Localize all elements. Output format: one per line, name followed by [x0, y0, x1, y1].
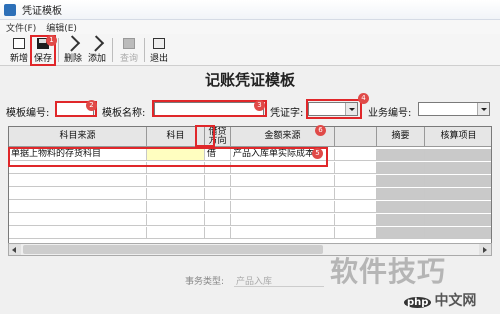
step-badge-6: 6 [315, 125, 326, 136]
add-button[interactable]: 添加 [86, 35, 108, 64]
window-titlebar: 凭证模板 [0, 0, 500, 20]
template-no-label: 模板编号: [6, 108, 50, 119]
template-name-field[interactable] [154, 102, 264, 116]
transaction-type-label: 事务类型: [185, 277, 225, 287]
php-logo-icon: php [404, 297, 432, 308]
toolbar-divider [112, 38, 113, 62]
col-accounting-item[interactable]: 核算项目 [425, 127, 491, 146]
cell-direction[interactable]: 借 [205, 149, 231, 160]
grid-header: 科目来源 科目 借贷方向 金额来源 摘要 核算项目 [9, 127, 491, 147]
step-badge-4: 4 [358, 93, 369, 104]
menu-edit[interactable]: 编辑(E) [46, 21, 77, 34]
chevron-down-icon[interactable] [477, 103, 489, 115]
page-title: 记账凭证模板 [204, 71, 295, 89]
table-row[interactable] [9, 162, 491, 174]
app-icon [4, 3, 16, 16]
step-badge-3: 3 [254, 100, 265, 111]
col-subject-source[interactable]: 科目来源 [9, 127, 147, 146]
table-row[interactable]: 单据上物料的存货科目 借 产品入库单实际成本 [9, 149, 491, 161]
business-no-select[interactable] [418, 102, 490, 116]
step-badge-2: 2 [86, 100, 97, 111]
exit-icon [153, 38, 165, 49]
new-doc-icon [13, 38, 25, 49]
col-summary[interactable]: 摘要 [377, 127, 425, 146]
scroll-thumb[interactable] [23, 245, 323, 254]
cell-summary[interactable] [377, 149, 425, 160]
col-direction[interactable]: 借贷方向 [205, 127, 231, 146]
chevron-down-icon[interactable] [345, 103, 357, 115]
table-row[interactable] [9, 201, 491, 213]
step-badge-1: 1 [46, 35, 57, 46]
table-row[interactable] [9, 188, 491, 200]
toolbar-divider [58, 38, 59, 62]
col-blank [335, 127, 377, 146]
scroll-left-icon[interactable] [9, 244, 21, 255]
business-no-label: 业务编号: [368, 108, 412, 119]
delete-button[interactable]: 删除 [62, 35, 84, 64]
transaction-type-underline [234, 286, 324, 287]
cell-blank [335, 149, 377, 160]
cell-subject-source[interactable]: 单据上物料的存货科目 [9, 149, 147, 160]
table-row[interactable] [9, 214, 491, 226]
cell-accounting-item[interactable] [425, 149, 491, 160]
find-icon [123, 38, 135, 49]
window-title: 凭证模板 [22, 6, 62, 17]
watermark-text: 软件技巧 [330, 255, 447, 288]
site-watermark-name: 中文网 [434, 293, 477, 309]
table-row[interactable] [9, 175, 491, 187]
menu-file[interactable]: 文件(F) [6, 21, 36, 34]
find-button[interactable]: 查询 [118, 36, 140, 64]
add-row-icon [87, 35, 105, 52]
delete-icon [63, 35, 81, 52]
col-subject[interactable]: 科目 [147, 127, 205, 146]
voucher-word-label: 凭证字: [270, 108, 304, 119]
new-button[interactable]: 新增 [8, 36, 30, 64]
menu-bar: 文件(F) 编辑(E) [0, 20, 500, 34]
table-row[interactable] [9, 227, 491, 239]
template-name-label: 模板名称: [102, 108, 146, 119]
site-watermark: php 中文网 [404, 290, 476, 310]
exit-button[interactable]: 退出 [148, 36, 170, 64]
toolbar: 新增 保存 删除 添加 查询 退出 [0, 34, 500, 66]
toolbar-divider [144, 38, 145, 62]
cell-subject[interactable] [147, 149, 205, 160]
voucher-word-select[interactable] [308, 102, 358, 116]
step-badge-5: 5 [312, 148, 323, 159]
scroll-right-icon[interactable] [479, 244, 491, 255]
template-grid: 科目来源 科目 借贷方向 金额来源 摘要 核算项目 单据上物料的存货科目 借 产… [8, 126, 492, 256]
